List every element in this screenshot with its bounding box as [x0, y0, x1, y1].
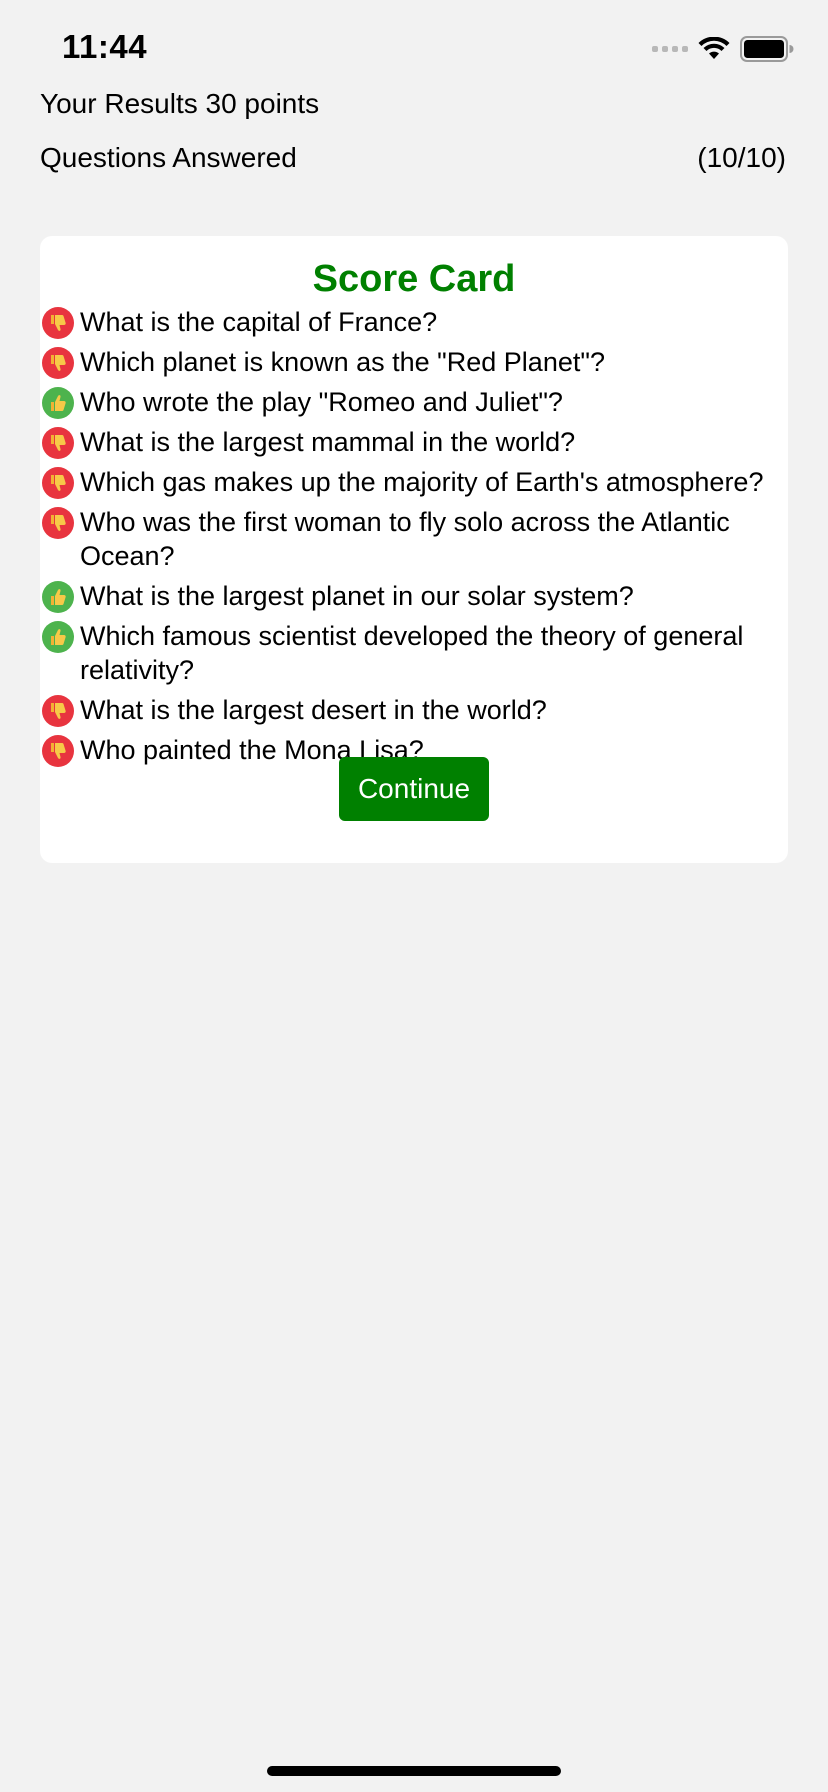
question-text: Which famous scientist developed the the… [80, 621, 744, 685]
questions-answered-count: (10/10) [697, 142, 786, 173]
cellular-signal-icon [652, 46, 688, 52]
thumbs-down-icon [42, 307, 74, 339]
question-item: Which gas makes up the majority of Earth… [42, 465, 788, 499]
thumbs-down-icon [42, 507, 74, 539]
question-text: Who wrote the play "Romeo and Juliet"? [80, 387, 563, 417]
battery-icon [740, 36, 794, 62]
thumbs-down-icon [42, 735, 74, 767]
status-bar: 11:44 [0, 0, 828, 96]
score-card-title: Score Card [312, 258, 516, 300]
question-text: Which gas makes up the majority of Earth… [80, 467, 764, 497]
question-item: What is the largest planet in our solar … [42, 579, 788, 613]
status-time: 11:44 [62, 28, 148, 65]
question-item: Which planet is known as the "Red Planet… [42, 345, 788, 379]
thumbs-up-icon [42, 387, 74, 419]
question-item: What is the capital of France? [42, 305, 788, 339]
question-text: Who was the first woman to fly solo acro… [80, 507, 730, 571]
home-indicator [267, 1766, 561, 1776]
results-row: Your Results 30 points [40, 88, 786, 120]
thumbs-down-icon [42, 467, 74, 499]
thumbs-up-icon [42, 621, 74, 653]
question-item: Who was the first woman to fly solo acro… [42, 505, 788, 573]
question-item: What is the largest mammal in the world? [42, 425, 788, 459]
question-text: What is the largest planet in our solar … [80, 581, 634, 611]
questions-answered-row: Questions Answered (10/10) [40, 142, 786, 174]
status-icons [652, 36, 794, 62]
wifi-icon [698, 37, 730, 61]
thumbs-up-icon [42, 581, 74, 613]
thumbs-down-icon [42, 695, 74, 727]
question-text: What is the capital of France? [80, 307, 438, 337]
question-list: What is the capital of France? Which plan… [42, 305, 788, 773]
question-text: Which planet is known as the "Red Planet… [80, 347, 605, 377]
question-text: What is the largest mammal in the world? [80, 427, 576, 457]
question-item: Which famous scientist developed the the… [42, 619, 788, 687]
questions-answered-label: Questions Answered [40, 142, 297, 173]
thumbs-down-icon [42, 427, 74, 459]
question-text: What is the largest desert in the world? [80, 695, 547, 725]
continue-button[interactable]: Continue [339, 757, 489, 821]
thumbs-down-icon [42, 347, 74, 379]
score-card: Score Card What is the capital of France… [40, 236, 788, 863]
question-item: What is the largest desert in the world? [42, 693, 788, 727]
question-item: Who wrote the play "Romeo and Juliet"? [42, 385, 788, 419]
results-text: Your Results 30 points [40, 88, 320, 119]
